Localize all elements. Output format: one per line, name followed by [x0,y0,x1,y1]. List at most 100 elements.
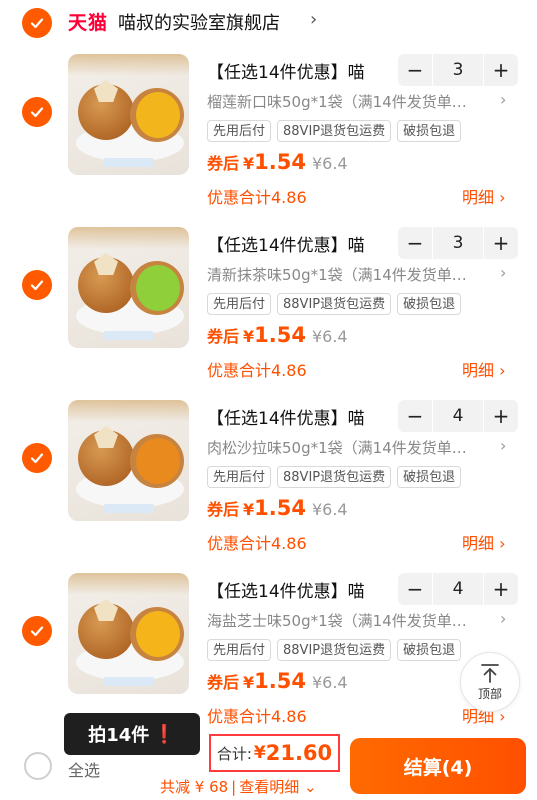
price-prefix: 券后 [207,500,240,519]
chevron-right-icon[interactable]: › [500,436,506,455]
item-spec-selector[interactable]: 榴莲新口味50g*1袋（满14件发货单… [207,91,507,112]
quantity-stepper: − 4 + [398,400,518,432]
checkmark-icon [30,626,44,637]
product-image[interactable] [68,227,189,348]
item-title[interactable]: 【任选14件优惠】喵 [207,58,379,83]
bun-filling-decoration [136,438,180,484]
shop-select-checkbox[interactable] [22,8,52,38]
product-image[interactable] [68,54,189,175]
item-select-checkbox[interactable] [22,443,52,473]
checkout-button[interactable]: 结算(4) [350,738,526,794]
service-tag: 破损包退 [397,639,462,661]
price-value: 1.54 [254,496,306,520]
original-price: ¥6.4 [311,673,348,692]
chevron-right-icon[interactable]: › [500,90,506,109]
flavor-card-decoration [104,504,154,513]
flavor-card-decoration [104,158,154,167]
shop-header: 天猫 喵叔的实验室旗舰店 › [0,0,537,44]
saving-separator: | [231,778,237,796]
price-value: 1.54 [254,323,306,347]
discount-total: 优惠合计4.86 [207,361,307,380]
item-title[interactable]: 【任选14件优惠】喵 [207,577,379,602]
image-ribbon-decoration [68,400,189,422]
item-select-checkbox[interactable] [22,97,52,127]
chevron-right-icon[interactable]: › [500,609,506,628]
item-spec-selector[interactable]: 海盐芝士味50g*1袋（满14件发货单… [207,610,507,631]
increase-button[interactable]: + [484,54,518,86]
checkmark-icon [30,18,44,29]
shop-name-link[interactable]: 喵叔的实验室旗舰店 [118,9,280,35]
total-currency: ¥ [253,743,266,763]
quantity-input[interactable]: 4 [433,400,483,432]
cart-item: 【任选14件优惠】喵 − 3 + 清新抹茶味50g*1袋（满14件发货单… › … [0,227,537,397]
product-image[interactable] [68,400,189,521]
discount-total: 优惠合计4.86 [207,707,307,726]
image-ribbon-decoration [68,227,189,249]
price-currency: ¥ [243,673,255,692]
checkmark-icon [30,453,44,464]
original-price: ¥6.4 [311,327,348,346]
price-value: 1.54 [254,669,306,693]
flavor-card-decoration [104,677,154,686]
price-row: 券后 ¥ 1.54 ¥6.4 [207,323,348,347]
item-spec-selector[interactable]: 肉松沙拉味50g*1袋（满14件发货单… [207,437,507,458]
service-tag: 88VIP退货包运费 [277,466,392,488]
decrease-button[interactable]: − [398,573,432,605]
discount-detail-link[interactable]: 明细 › [462,530,506,554]
saving-summary: 共减 ¥ 68 | 查看明细 ⌄ [160,776,317,797]
service-tag: 破损包退 [397,293,462,315]
back-to-top-label: 顶部 [477,687,502,701]
service-tags: 先用后付 88VIP退货包运费 破损包退 [207,120,462,142]
total-value: 21.60 [265,741,333,765]
item-spec-selector[interactable]: 清新抹茶味50g*1袋（满14件发货单… [207,264,507,285]
increase-button[interactable]: + [484,400,518,432]
increase-button[interactable]: + [484,227,518,259]
item-select-checkbox[interactable] [22,616,52,646]
quantity-input[interactable]: 3 [433,227,483,259]
service-tag: 先用后付 [207,466,272,488]
view-detail-link[interactable]: 查看明细 ⌄ [239,778,316,796]
chevron-right-icon[interactable]: › [500,263,506,282]
item-select-checkbox[interactable] [22,270,52,300]
quantity-tooltip: 拍14件 ❗ [64,713,200,755]
service-tag: 88VIP退货包运费 [277,293,392,315]
discount-total: 优惠合计4.86 [207,188,307,207]
price-currency: ¥ [243,154,255,173]
service-tag: 88VIP退货包运费 [277,120,392,142]
quantity-input[interactable]: 4 [433,573,483,605]
price-row: 券后 ¥ 1.54 ¥6.4 [207,150,348,174]
service-tag: 破损包退 [397,120,462,142]
saving-amount: 共减 ¥ 68 [160,778,229,796]
quantity-input[interactable]: 3 [433,54,483,86]
item-title[interactable]: 【任选14件优惠】喵 [207,231,379,256]
select-all-label[interactable]: 全选 [68,757,100,781]
decrease-button[interactable]: − [398,227,432,259]
bun-filling-decoration [136,611,180,657]
decrease-button[interactable]: − [398,400,432,432]
price-row: 券后 ¥ 1.54 ¥6.4 [207,669,348,693]
price-prefix: 券后 [207,154,240,173]
back-to-top-button[interactable]: 顶部 [460,652,520,712]
discount-detail-link[interactable]: 明细 › [462,357,506,381]
cart-item: 【任选14件优惠】喵 − 4 + 肉松沙拉味50g*1袋（满14件发货单… › … [0,400,537,570]
quantity-stepper: − 3 + [398,54,518,86]
total-label: 合计: [216,744,252,763]
service-tags: 先用后付 88VIP退货包运费 破损包退 [207,466,462,488]
decrease-button[interactable]: − [398,54,432,86]
select-all-checkbox[interactable] [24,752,52,780]
discount-detail-link[interactable]: 明细 › [462,184,506,208]
product-image[interactable] [68,573,189,694]
increase-button[interactable]: + [484,573,518,605]
bun-filling-decoration [136,92,180,138]
flavor-card-decoration [104,331,154,340]
chevron-right-icon[interactable]: › [310,9,317,30]
tooltip-text: 拍14件 [88,725,150,746]
item-title[interactable]: 【任选14件优惠】喵 [207,404,379,429]
checkmark-icon [30,107,44,118]
image-ribbon-decoration [68,54,189,76]
total-price-box: 合计: ¥ 21.60 [209,734,340,772]
quantity-stepper: − 3 + [398,227,518,259]
service-tag: 先用后付 [207,293,272,315]
service-tag: 88VIP退货包运费 [277,639,392,661]
bun-filling-decoration [136,265,180,311]
